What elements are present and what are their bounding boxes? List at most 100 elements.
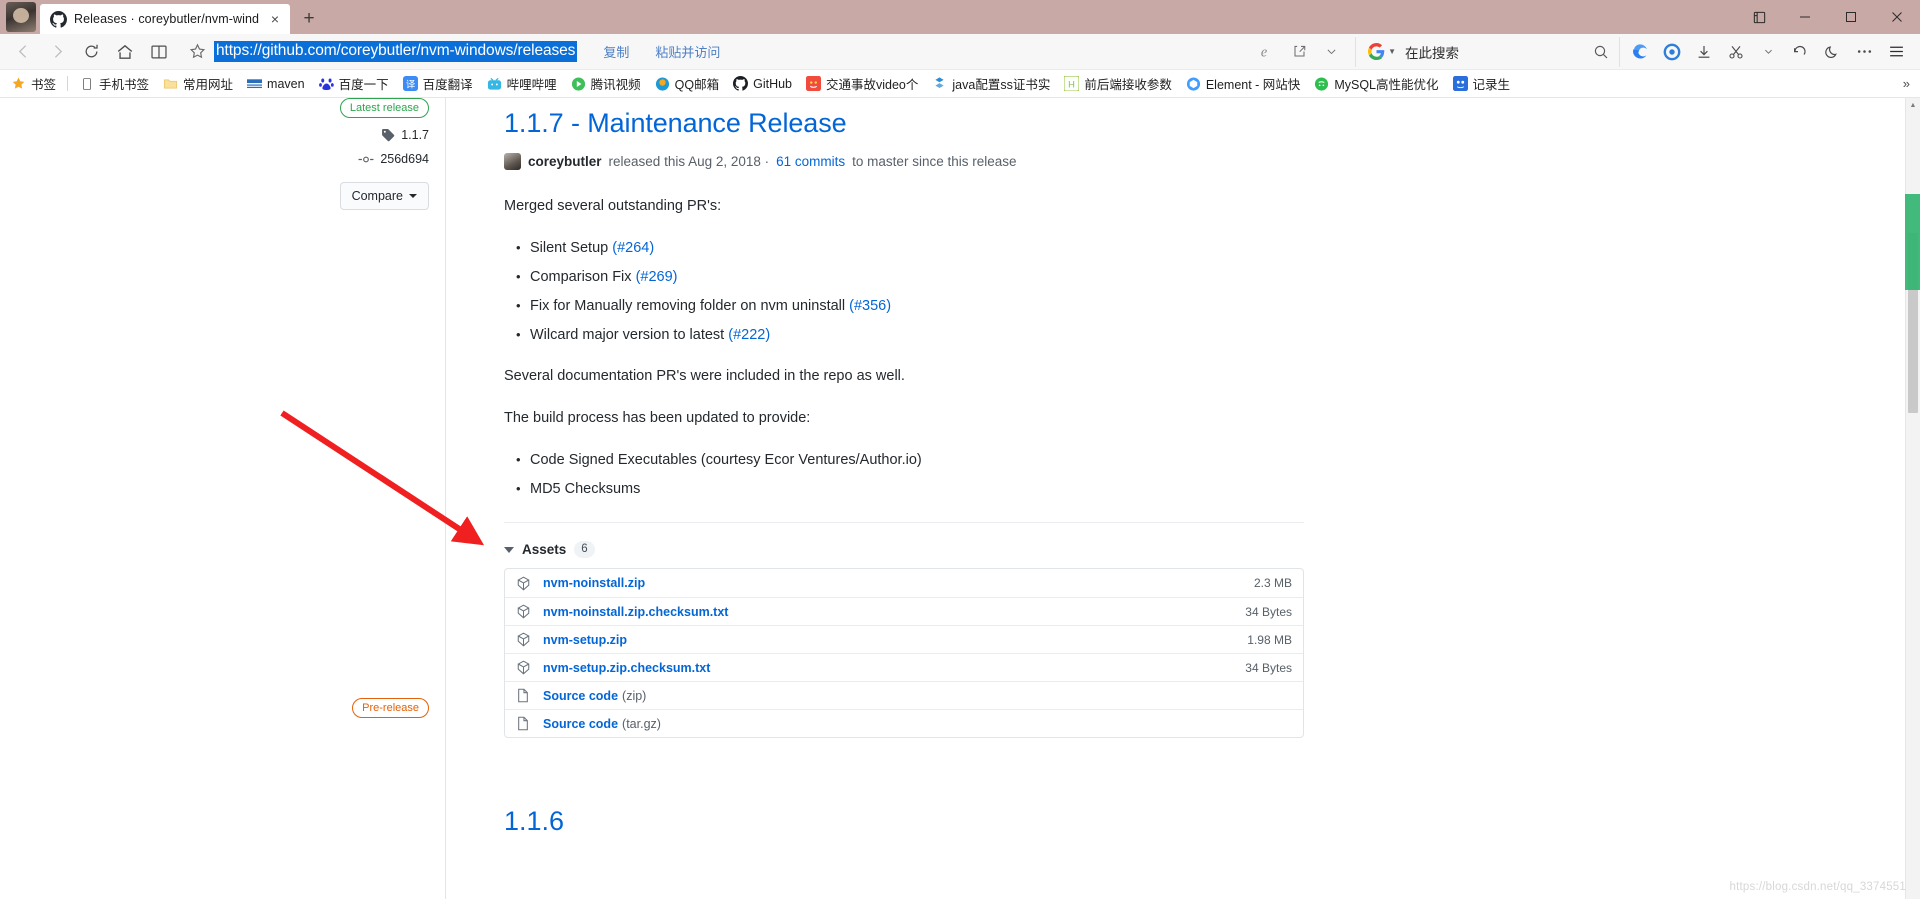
minimize-button[interactable] xyxy=(1782,0,1828,34)
release-intro: Merged several outstanding PR's: xyxy=(504,198,722,214)
bookmark-item-11[interactable]: java配置ss证书实 xyxy=(925,73,1057,95)
baidu-icon xyxy=(318,76,334,91)
share-icon[interactable] xyxy=(1283,37,1315,67)
firefox-icon[interactable] xyxy=(1624,37,1656,67)
back-button[interactable] xyxy=(6,37,40,67)
profile-avatar[interactable] xyxy=(6,2,36,32)
pr-link[interactable]: (#356) xyxy=(849,298,891,314)
forward-button[interactable] xyxy=(40,37,74,67)
url-text[interactable]: https://github.com/coreybutler/nvm-windo… xyxy=(214,41,578,62)
moon-icon[interactable] xyxy=(1816,37,1848,67)
table-row[interactable]: Source code (tar.gz) xyxy=(505,709,1303,737)
triangle-down-icon[interactable] xyxy=(504,546,514,553)
release-body-column: 1.1.7 - Maintenance Release coreybutler … xyxy=(446,98,1920,899)
star-orange-icon xyxy=(11,76,26,91)
bookmark-item-12[interactable]: H 前后端接收参数 xyxy=(1057,73,1179,95)
table-row[interactable]: nvm-noinstall.zip 2.3 MB xyxy=(505,569,1303,597)
bookmark-item-0[interactable]: 书签 xyxy=(4,73,63,95)
commits-link[interactable]: 61 commits xyxy=(776,154,845,169)
asset-link[interactable]: Source code xyxy=(543,689,618,703)
bookmark-item-8[interactable]: QQ邮箱 xyxy=(648,73,726,95)
bookmark-label: MySQL高性能优化 xyxy=(1334,78,1439,92)
bookmarks-overflow-button[interactable]: » xyxy=(1897,76,1916,91)
table-row[interactable]: Source code (zip) xyxy=(505,681,1303,709)
chevron-down-icon[interactable] xyxy=(1752,37,1784,67)
undo-icon[interactable] xyxy=(1784,37,1816,67)
release-author[interactable]: coreybutler xyxy=(528,154,602,169)
tag-icon xyxy=(382,129,395,142)
asset-link[interactable]: nvm-setup.zip.checksum.txt xyxy=(543,661,710,675)
ie-icon[interactable]: e xyxy=(1251,37,1283,67)
search-input[interactable]: 在此搜索 xyxy=(1405,42,1459,62)
page-scrollbar[interactable]: ▲ xyxy=(1905,98,1920,899)
asset-size: 2.3 MB xyxy=(1253,576,1292,590)
table-row[interactable]: nvm-setup.zip.checksum.txt 34 Bytes xyxy=(505,653,1303,681)
copy-url-button[interactable]: 复制 xyxy=(603,42,629,61)
table-row[interactable]: nvm-setup.zip 1.98 MB xyxy=(505,625,1303,653)
bookmark-item-3[interactable]: maven xyxy=(240,73,312,95)
paste-and-go-button[interactable]: 粘贴并访问 xyxy=(655,42,720,61)
assets-header[interactable]: Assets 6 xyxy=(504,541,1304,558)
tab-close-icon[interactable]: × xyxy=(266,10,284,28)
search-box[interactable]: ▼ 在此搜索 xyxy=(1355,36,1609,67)
browser-circle-icon[interactable] xyxy=(1656,37,1688,67)
table-row[interactable]: nvm-noinstall.zip.checksum.txt 34 Bytes xyxy=(505,597,1303,625)
next-release-title[interactable]: 1.1.6 xyxy=(504,804,1920,838)
bookmark-item-6[interactable]: 哔哩哔哩 xyxy=(480,73,564,95)
asset-size: 1.98 MB xyxy=(1247,632,1292,647)
address-bar[interactable]: https://github.com/coreybutler/nvm-windo… xyxy=(212,37,1251,67)
collections-icon[interactable] xyxy=(1736,0,1782,34)
bookmark-item-7[interactable]: 腾讯视频 xyxy=(564,73,648,95)
asset-link[interactable]: Source code xyxy=(543,717,618,731)
bookmark-label: 百度一下 xyxy=(338,78,389,92)
google-icon xyxy=(1368,43,1385,60)
chevron-down-icon[interactable] xyxy=(1315,37,1347,67)
release-commit[interactable]: 256d694 xyxy=(380,152,429,166)
browser-tab[interactable]: Releases · coreybutler/nvm-wind × xyxy=(40,4,290,34)
asset-link[interactable]: nvm-noinstall.zip.checksum.txt xyxy=(543,605,728,619)
bookmark-item-13[interactable]: Element - 网站快 xyxy=(1179,73,1307,95)
release-tag[interactable]: 1.1.7 xyxy=(401,128,429,142)
list-item: Code Signed Executables (courtesy Ecor V… xyxy=(516,449,1304,471)
scrollbar-highlight xyxy=(1905,194,1920,290)
compare-button[interactable]: Compare xyxy=(339,182,429,210)
menu-icon[interactable] xyxy=(1880,37,1912,67)
svg-text:H: H xyxy=(1068,79,1075,89)
bookmark-item-2[interactable]: 常用网址 xyxy=(156,73,240,95)
asset-link[interactable]: nvm-noinstall.zip xyxy=(543,576,645,590)
file-icon xyxy=(516,688,532,704)
book-icon[interactable] xyxy=(142,37,176,67)
maximize-button[interactable] xyxy=(1828,0,1874,34)
page-title[interactable]: 1.1.7 - Maintenance Release xyxy=(504,106,1920,140)
search-icon[interactable] xyxy=(1459,44,1609,60)
scissors-icon[interactable] xyxy=(1720,37,1752,67)
star-icon[interactable] xyxy=(182,37,212,67)
search-engine-chevron-icon[interactable]: ▼ xyxy=(1388,47,1396,56)
bookmark-label: 记录生 xyxy=(1472,78,1511,92)
bookmark-label: 手机书签 xyxy=(99,78,150,92)
new-tab-button[interactable]: + xyxy=(290,4,328,34)
scroll-up-arrow-icon[interactable]: ▲ xyxy=(1906,98,1920,113)
bookmark-item-5[interactable]: 译 百度翻译 xyxy=(396,73,480,95)
release-branch-text: to master since this release xyxy=(852,154,1017,169)
bookmark-item-10[interactable]: 交通事故video个 xyxy=(799,73,925,95)
pr-link[interactable]: (#269) xyxy=(636,269,678,285)
download-icon[interactable] xyxy=(1688,37,1720,67)
home-icon[interactable] xyxy=(108,37,142,67)
asset-format: (tar.gz) xyxy=(622,716,661,731)
refresh-icon[interactable] xyxy=(74,37,108,67)
bookmark-item-14[interactable]: MySQL高性能优化 xyxy=(1307,73,1445,95)
asset-link[interactable]: nvm-setup.zip xyxy=(543,633,627,647)
bookmark-item-15[interactable]: 记录生 xyxy=(1446,73,1518,95)
pr-link[interactable]: (#264) xyxy=(612,240,654,256)
close-button[interactable] xyxy=(1874,0,1920,34)
more-icon[interactable] xyxy=(1848,37,1880,67)
avatar[interactable] xyxy=(504,153,521,170)
pr-link[interactable]: (#222) xyxy=(728,327,770,343)
bookmark-item-1[interactable]: 手机书签 xyxy=(72,73,156,95)
bookmark-item-4[interactable]: 百度一下 xyxy=(312,73,396,95)
list-item: Wilcard major version to latest (#222) xyxy=(516,324,1304,346)
next-release-section: 1.1.6 xyxy=(504,804,1920,838)
bookmark-item-9[interactable]: GitHub xyxy=(726,73,799,95)
bookmark-label: 腾讯视频 xyxy=(590,78,641,92)
